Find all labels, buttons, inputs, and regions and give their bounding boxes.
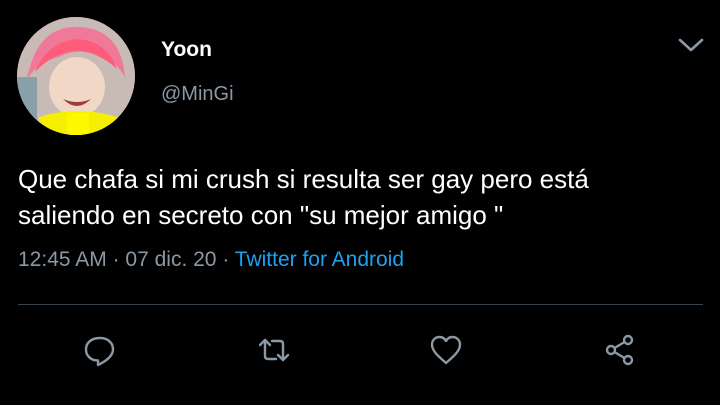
tweet-source-link[interactable]: Twitter for Android bbox=[235, 248, 404, 271]
meta-separator: · bbox=[216, 248, 235, 271]
retweet-icon[interactable] bbox=[256, 332, 292, 368]
tweet-metadata: 12:45 AM · 07 dic. 20 · Twitter for Andr… bbox=[18, 248, 404, 272]
avatar[interactable] bbox=[17, 17, 135, 135]
tweet-date: 07 dic. 20 bbox=[125, 248, 217, 271]
meta-separator: · bbox=[106, 248, 126, 271]
display-name[interactable]: Yoon bbox=[161, 38, 212, 62]
tweet-text-line-2: saliendo en secreto con "su mejor amigo … bbox=[18, 200, 504, 230]
avatar-image bbox=[17, 17, 135, 135]
heart-icon[interactable] bbox=[428, 332, 464, 368]
divider bbox=[18, 304, 703, 305]
tweet-time: 12:45 AM bbox=[18, 248, 107, 271]
tweet-text: Que chafa si mi crush si resulta ser gay… bbox=[18, 161, 708, 233]
chevron-down-icon[interactable] bbox=[676, 34, 706, 56]
username[interactable]: @MinGi bbox=[161, 83, 234, 106]
comment-icon[interactable] bbox=[82, 332, 118, 368]
share-icon[interactable] bbox=[602, 332, 638, 368]
tweet-text-line-1: Que chafa si mi crush si resulta ser gay… bbox=[18, 164, 589, 194]
